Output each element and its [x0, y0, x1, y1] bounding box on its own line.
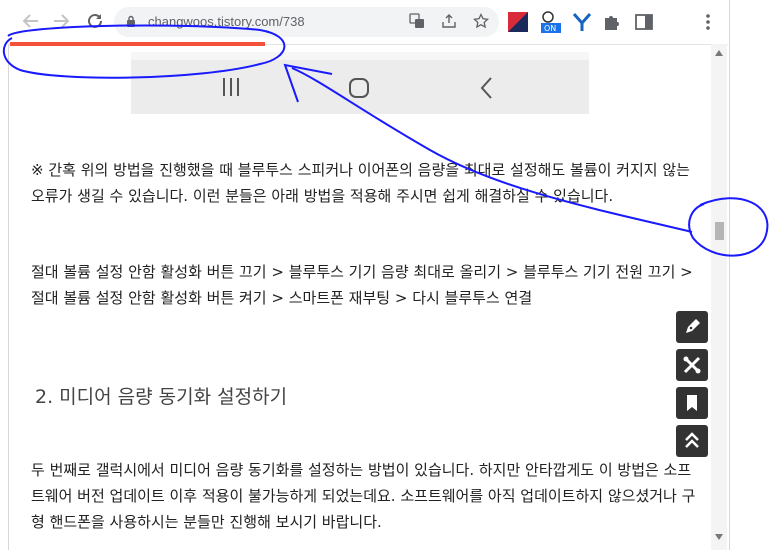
note-paragraph: ※ 간혹 위의 방법을 진행했을 때 블루투스 스피커나 이어폰의 음량을 최대… — [31, 161, 690, 205]
write-button[interactable] — [676, 311, 708, 343]
recent-apps-icon — [223, 78, 239, 96]
write-icon — [686, 319, 700, 333]
puzzle-extensions-icon[interactable] — [602, 12, 622, 32]
url-text: changwoos.tistory.com/738 — [148, 14, 305, 29]
address-bar[interactable]: changwoos.tistory.com/738 — [114, 7, 499, 37]
tools-button[interactable] — [676, 349, 708, 381]
extension-red-icon[interactable] — [508, 12, 528, 32]
kebab-menu-icon[interactable] — [698, 12, 718, 32]
back-button[interactable] — [20, 10, 42, 32]
steps-paragraph: 절대 볼륨 설정 안함 활성화 버튼 끄기 > 블루투스 기기 음량 최대로 올… — [31, 263, 693, 307]
forward-arrow-icon — [54, 14, 70, 28]
body-paragraph: 두 번째로 갤럭시에서 미디어 음량 동기화를 설정하는 방법이 있습니다. 하… — [31, 461, 696, 531]
extension-y-icon[interactable] — [572, 12, 592, 32]
tools-icon — [683, 356, 701, 374]
phone-image-top-strip — [131, 52, 589, 60]
scroll-top-icon — [685, 432, 699, 448]
scroll-top-button[interactable] — [676, 425, 708, 457]
browser-toolbar: changwoos.tistory.com/738 ON — [8, 0, 728, 45]
reload-button[interactable] — [84, 10, 106, 32]
extension-on-icon[interactable]: ON — [540, 10, 561, 33]
share-icon[interactable] — [440, 13, 458, 31]
star-bookmark-icon[interactable] — [472, 12, 490, 31]
lock-icon — [127, 15, 135, 27]
svg-text:ON: ON — [544, 24, 556, 33]
reload-icon — [88, 13, 102, 28]
back-arrow-icon — [22, 14, 38, 28]
vertical-scrollbar[interactable] — [711, 44, 727, 550]
reading-progress-bar — [10, 42, 265, 46]
scroll-up-arrow-icon[interactable] — [715, 50, 723, 56]
scroll-down-arrow-icon[interactable] — [715, 534, 723, 540]
bookmark-icon — [687, 395, 697, 411]
side-panel-icon[interactable] — [634, 12, 654, 32]
forward-button[interactable] — [50, 10, 72, 32]
bookmark-button[interactable] — [676, 387, 708, 419]
home-icon — [349, 78, 369, 98]
back-nav-icon — [480, 77, 492, 99]
section-heading: 2. 미디어 음량 동기화 설정하기 — [35, 386, 288, 408]
translate-icon[interactable] — [408, 13, 426, 31]
scroll-thumb[interactable] — [715, 222, 724, 240]
phone-navigation-bar-image — [131, 52, 589, 114]
